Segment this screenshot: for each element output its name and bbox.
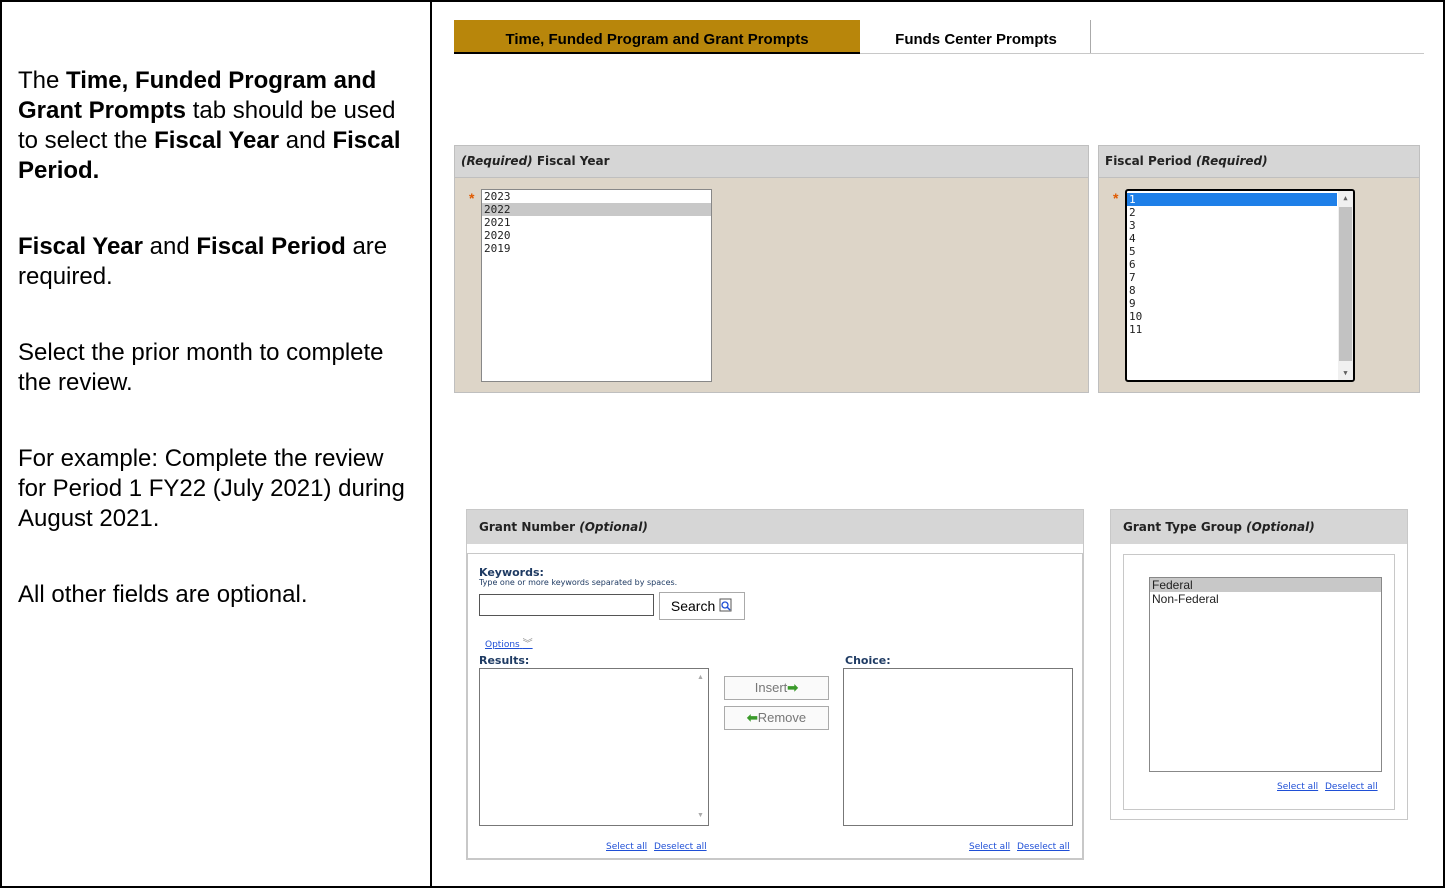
instruction-paragraph-3: Select the prior month to complete the r…	[18, 339, 384, 396]
choice-label: Choice:	[845, 654, 891, 667]
fiscal-period-panel: Fiscal Period (Required) * 1 2 3 4 5 6 7 8 9 10 11…	[1098, 145, 1420, 393]
list-option[interactable]: 10	[1127, 310, 1337, 323]
instruction-paragraph-4: For example: Complete the review for Per…	[18, 445, 405, 532]
grant-number-header: Grant Number (Optional)	[467, 510, 1083, 544]
results-label: Results:	[479, 654, 530, 667]
scroll-down-icon[interactable]: ▼	[1338, 366, 1353, 380]
grant-type-deselect-all-link[interactable]: Deselect all	[1325, 782, 1378, 792]
keywords-hint: Type one or more keywords separated by s…	[479, 578, 678, 587]
fiscal-period-listbox[interactable]: 1 2 3 4 5 6 7 8 9 10 11 ▲ ▼	[1125, 189, 1355, 382]
list-option[interactable]: 2	[1127, 206, 1337, 219]
required-asterisk: *	[1113, 190, 1119, 206]
list-option[interactable]: 2022	[482, 203, 711, 216]
list-option[interactable]: 1	[1127, 193, 1337, 206]
results-select-all-link[interactable]: Select all	[606, 842, 647, 852]
arrow-right-icon: ➡	[787, 680, 799, 695]
list-option[interactable]: Federal	[1150, 578, 1381, 592]
list-option[interactable]: 8	[1127, 284, 1337, 297]
prompt-tabs: Time, Funded Program and Grant Prompts F…	[454, 20, 1424, 54]
scroll-down-icon[interactable]: ▼	[693, 809, 708, 823]
results-deselect-all-link[interactable]: Deselect all	[654, 842, 707, 852]
column-divider	[430, 0, 432, 888]
choice-deselect-all-link[interactable]: Deselect all	[1017, 842, 1070, 852]
keywords-input[interactable]	[479, 594, 654, 616]
instructions-panel: The Time, Funded Program and Grant Promp…	[18, 66, 418, 656]
fiscal-year-header: (Required) Fiscal Year	[455, 146, 1088, 178]
list-option[interactable]: 2020	[482, 229, 711, 242]
instruction-paragraph-5: All other fields are optional.	[18, 581, 308, 608]
list-option[interactable]: 4	[1127, 232, 1337, 245]
list-option[interactable]: 5	[1127, 245, 1337, 258]
fiscal-period-scrollbar[interactable]: ▲ ▼	[1338, 191, 1353, 380]
fiscal-year-listbox[interactable]: 2023 2022 2021 2020 2019	[481, 189, 712, 382]
required-asterisk: *	[469, 190, 475, 206]
scroll-up-icon[interactable]: ▲	[693, 671, 708, 685]
list-option[interactable]: 3	[1127, 219, 1337, 232]
options-link[interactable]: Options ︾	[485, 635, 533, 650]
grant-type-select-all-link[interactable]: Select all	[1277, 782, 1318, 792]
tab-time-funded-program-grant-prompts[interactable]: Time, Funded Program and Grant Prompts	[454, 20, 860, 54]
choice-select-all-link[interactable]: Select all	[969, 842, 1010, 852]
search-icon	[719, 594, 733, 620]
list-option[interactable]: 6	[1127, 258, 1337, 271]
list-option[interactable]: 9	[1127, 297, 1337, 310]
tab-funds-center-prompts[interactable]: Funds Center Prompts	[862, 20, 1091, 53]
fiscal-year-panel: (Required) Fiscal Year * 2023 2022 2021 202…	[454, 145, 1089, 393]
fiscal-period-header: Fiscal Period (Required)	[1099, 146, 1419, 178]
results-scrollbar[interactable]: ▲ ▼	[693, 669, 708, 825]
chevron-down-icon: ︾	[522, 639, 533, 650]
scroll-up-icon[interactable]: ▲	[1338, 191, 1353, 205]
list-option[interactable]: 2023	[482, 190, 711, 203]
list-option[interactable]: 2019	[482, 242, 711, 255]
grant-type-group-header: Grant Type Group (Optional)	[1111, 510, 1407, 544]
instruction-paragraph-1: The Time, Funded Program and Grant Promp…	[18, 67, 401, 184]
results-listbox[interactable]: ▲ ▼	[479, 668, 709, 826]
list-option[interactable]: 2021	[482, 216, 711, 229]
grant-number-panel: Grant Number (Optional) Keywords: Type o…	[466, 509, 1084, 860]
search-button[interactable]: Search	[659, 592, 745, 620]
list-option[interactable]: 11	[1127, 323, 1337, 336]
list-option[interactable]: 7	[1127, 271, 1337, 284]
remove-button[interactable]: ⬅Remove	[724, 706, 829, 730]
choice-listbox[interactable]	[843, 668, 1073, 826]
instruction-paragraph-2: Fiscal Year and Fiscal Period are requir…	[18, 233, 388, 290]
grant-type-group-panel: Grant Type Group (Optional) Federal Non-F…	[1110, 509, 1408, 820]
grant-type-group-listbox[interactable]: Federal Non-Federal	[1149, 577, 1382, 772]
arrow-left-icon: ⬅	[746, 710, 758, 725]
insert-button[interactable]: Insert➡	[724, 676, 829, 700]
list-option[interactable]: Non-Federal	[1150, 592, 1381, 606]
scroll-thumb[interactable]	[1339, 207, 1352, 361]
